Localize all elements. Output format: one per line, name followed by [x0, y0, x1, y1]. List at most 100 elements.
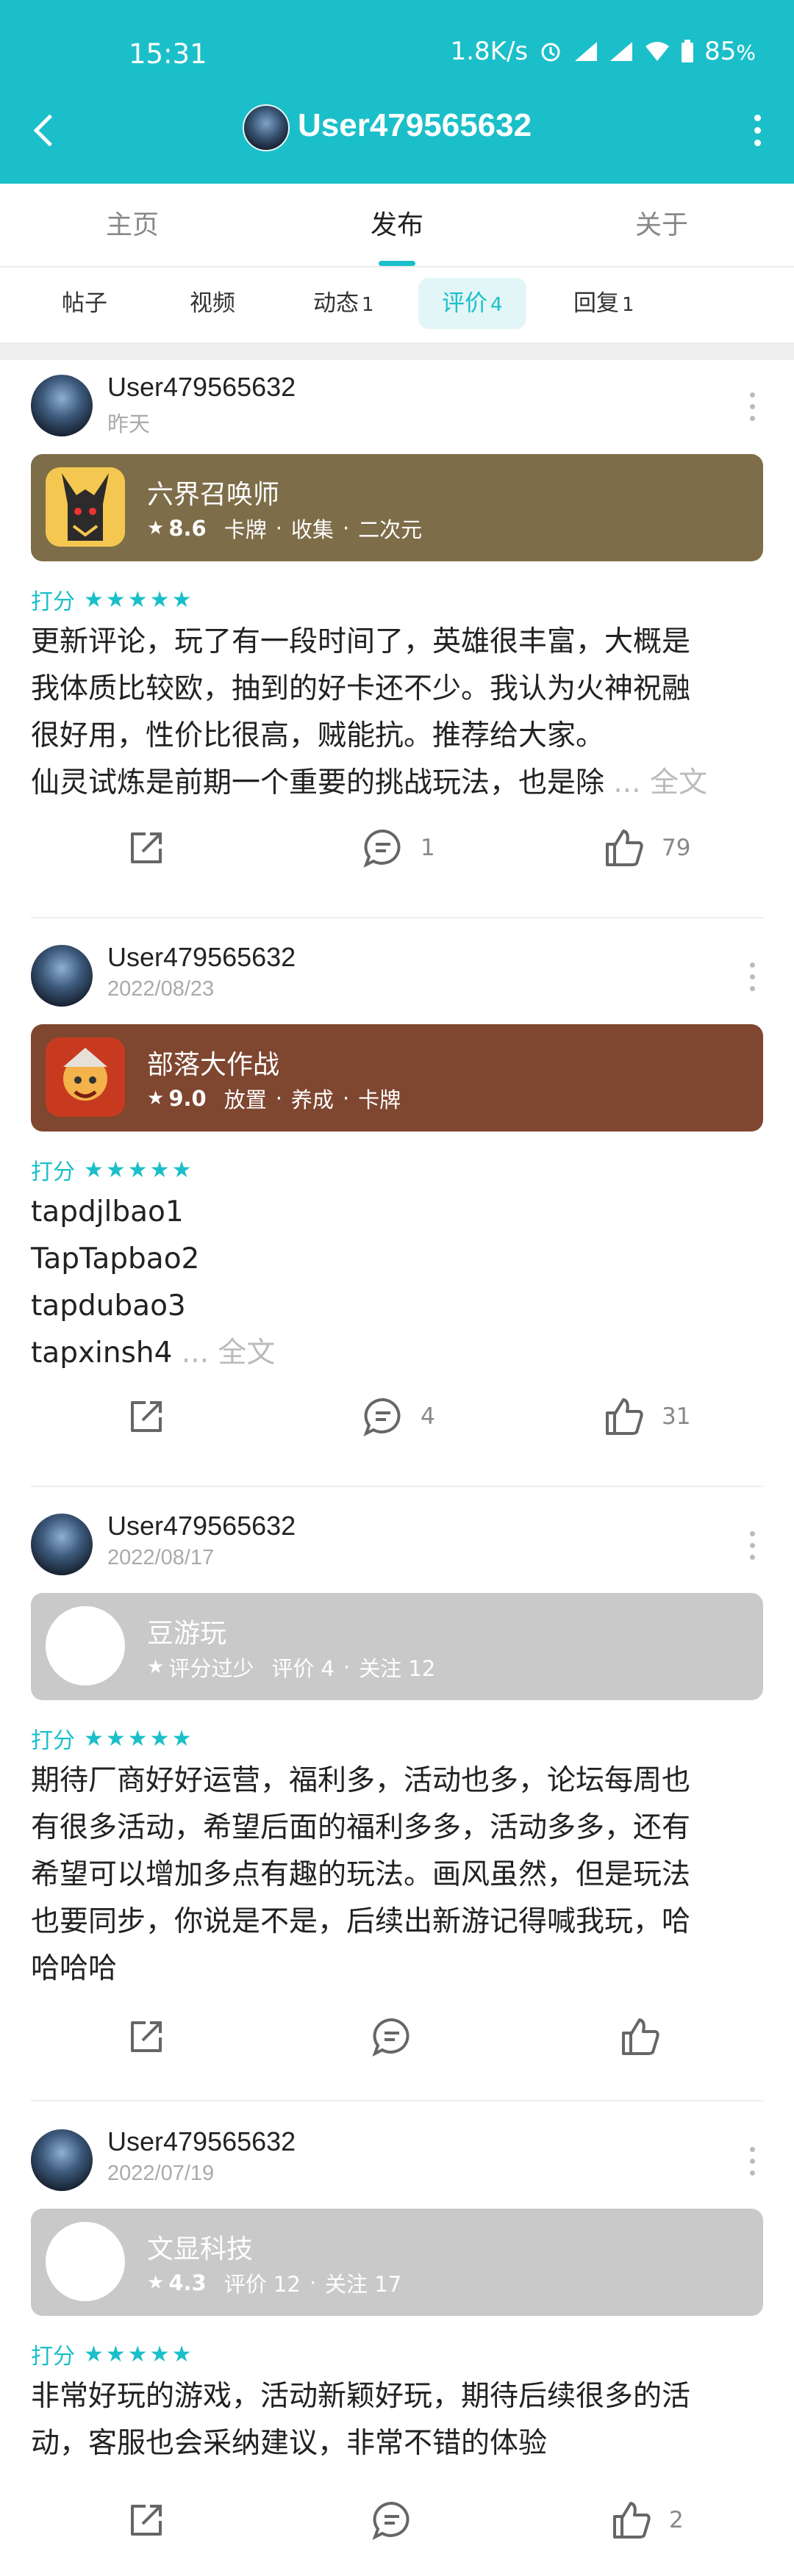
review-date: 2022/07/19 [107, 2162, 215, 2185]
review-actions: 2 [0, 2491, 794, 2550]
subtab-videos[interactable]: 视频 [166, 278, 259, 329]
review-actions: 4 31 [0, 1387, 794, 1446]
anubis-icon [46, 467, 125, 547]
sub-tabs: 帖子 视频 动态 1 评价 4 回复 1 [0, 267, 794, 341]
share-icon [131, 2505, 162, 2536]
review-actions [0, 2007, 794, 2066]
more-options-icon[interactable] [741, 960, 763, 996]
like-count: 79 [662, 835, 691, 861]
avatar[interactable] [31, 945, 93, 1007]
comment-icon [363, 1397, 401, 1437]
review-date: 2022/08/23 [107, 977, 215, 1001]
tab-posts[interactable]: 发布 [265, 184, 529, 266]
thumbs-up-icon [606, 830, 643, 866]
status-icons: 1.8K/s 85% [451, 37, 756, 66]
avatar[interactable] [31, 2129, 93, 2191]
subtab-topics[interactable]: 帖子 [38, 278, 131, 329]
game-card[interactable]: 豆游玩 ★ 评分过少 评价 4 · 关注 12 [31, 1593, 763, 1700]
wifi-icon [645, 42, 670, 61]
review-body[interactable]: 非常好玩的游戏，活动新颖好玩，期待后续很多的活 动，客服也会采纳建议，非常不错的… [31, 2373, 766, 2467]
review-author[interactable]: User479565632 [107, 942, 296, 973]
star-icon: ★ [147, 1087, 165, 1109]
tab-about[interactable]: 关于 [529, 184, 794, 266]
read-more-link[interactable]: ... 全文 [172, 1336, 276, 1370]
review-card: User479565632 2022/08/17 豆游玩 ★ 评分过少 评价 4… [0, 1499, 794, 2101]
status-time: 15:31 [129, 38, 207, 70]
review-author[interactable]: User479565632 [107, 2126, 296, 2157]
game-rating: 评分过少 [168, 1656, 254, 1681]
subtab-moments[interactable]: 动态 1 [290, 278, 398, 329]
review-body[interactable]: tapdjlbao1 TapTapbao2 tapdubao3 tapxinsh… [31, 1189, 766, 1377]
game-card[interactable]: 六界召唤师 ★ 8.6 卡牌 · 收集 · 二次元 [31, 454, 763, 561]
comment-button[interactable]: 4 [362, 1387, 435, 1446]
like-button[interactable]: 2 [610, 2491, 684, 2550]
divider [31, 2100, 763, 2101]
game-tag: 二次元 [358, 517, 423, 542]
more-icon[interactable] [743, 110, 772, 151]
battery-icon [682, 40, 694, 62]
share-button[interactable] [125, 1387, 168, 1446]
star-icon: ★ [147, 517, 165, 539]
app-bar: User479565632 [0, 96, 794, 162]
comment-icon [363, 829, 401, 868]
review-author[interactable]: User479565632 [107, 1511, 296, 1541]
score-row: 打分 ★★★★★ [31, 2339, 193, 2370]
avatar[interactable] [31, 1514, 93, 1575]
score-label: 打分 [31, 2344, 75, 2370]
comment-icon [372, 2501, 409, 2541]
star-rating: ★★★★★ [84, 586, 194, 613]
game-tag: 收集 [290, 517, 334, 542]
more-options-icon[interactable] [741, 389, 763, 426]
like-button[interactable]: 79 [603, 819, 690, 877]
more-options-icon[interactable] [741, 1528, 763, 1565]
score-label: 打分 [31, 589, 75, 615]
divider [31, 917, 763, 918]
back-button[interactable] [25, 109, 69, 153]
review-date: 昨天 [107, 413, 151, 436]
game-meta: ★ 9.0 放置 · 养成 · 卡牌 [147, 1083, 401, 1114]
game-title: 部落大作战 [147, 1050, 280, 1080]
game-tag: 评价 4 [271, 1656, 335, 1681]
game-tag: 养成 [290, 1087, 334, 1112]
like-button[interactable]: 31 [603, 1387, 690, 1446]
game-tag: 关注 17 [325, 2272, 402, 2297]
warrior-icon [46, 1037, 125, 1117]
game-card[interactable]: 部落大作战 ★ 9.0 放置 · 养成 · 卡牌 [31, 1024, 763, 1132]
game-rating: 4.3 [168, 2270, 207, 2295]
comment-count: 1 [421, 835, 435, 861]
score-row: 打分 ★★★★★ [31, 1155, 194, 1186]
review-body[interactable]: 更新评论，玩了有一段时间了，英雄很丰富，大概是 我体质比较欧，抽到的好卡还不少。… [31, 619, 766, 807]
game-meta: ★ 4.3 评价 12 · 关注 17 [147, 2267, 401, 2298]
score-label: 打分 [31, 1728, 75, 1754]
game-card[interactable]: 文显科技 ★ 4.3 评价 12 · 关注 17 [31, 2209, 763, 2316]
signal-icon [575, 42, 598, 61]
comment-button[interactable] [371, 2491, 413, 2550]
comment-button[interactable]: 1 [362, 819, 435, 877]
comment-button[interactable] [371, 2007, 413, 2066]
subtab-replies[interactable]: 回复 1 [550, 278, 658, 329]
comment-icon [372, 2018, 409, 2057]
tab-home[interactable]: 主页 [0, 184, 265, 266]
read-more-link[interactable]: ... 全文 [604, 766, 707, 799]
game-tag: 卡牌 [358, 1087, 401, 1112]
star-rating: ★★★★★ [84, 1156, 194, 1183]
share-button[interactable] [125, 2491, 168, 2550]
review-author[interactable]: User479565632 [107, 372, 296, 403]
like-count: 2 [669, 2507, 684, 2533]
avatar[interactable] [243, 104, 290, 151]
review-body[interactable]: 期待厂商好好运营，福利多，活动也多，论坛每周也 有很多活动，希望后面的福利多多，… [31, 1757, 766, 1993]
game-meta: ★ 8.6 卡牌 · 收集 · 二次元 [147, 513, 422, 544]
share-button[interactable] [125, 2007, 168, 2066]
game-rating: 9.0 [168, 1086, 207, 1111]
subtab-reviews[interactable]: 评价 4 [418, 278, 526, 329]
app-header: 15:31 1.8K/s 85% User479565632 [0, 0, 794, 184]
placeholder-icon [46, 2222, 125, 2301]
more-options-icon[interactable] [741, 2144, 763, 2181]
game-rating: 8.6 [168, 516, 207, 541]
avatar[interactable] [31, 375, 93, 436]
like-button[interactable] [619, 2007, 662, 2066]
share-button[interactable] [125, 819, 168, 877]
thumbs-up-icon [613, 2502, 651, 2539]
game-title: 豆游玩 [147, 1619, 227, 1649]
like-count: 31 [662, 1403, 691, 1430]
